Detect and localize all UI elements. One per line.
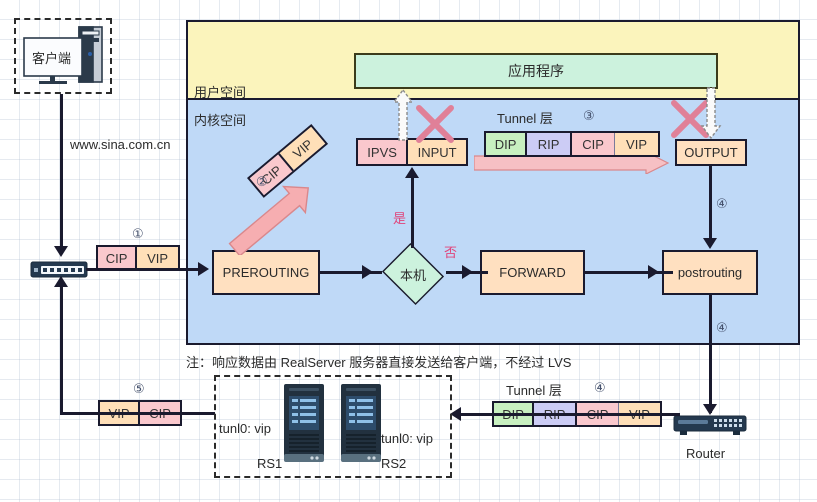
rs2-name-label: RS2 (381, 456, 407, 471)
arrow-postrouting-to-router (703, 404, 717, 415)
step-four-bottom-marker: ④ (716, 320, 728, 335)
line-router-to-realservers (458, 413, 680, 416)
arrow-output-to-postrouting (703, 238, 717, 249)
blocked-arrow-down-icon (700, 87, 722, 140)
router-icon (673, 415, 747, 435)
tunnel-top-strip: DIP RIP CIP VIP (484, 131, 660, 157)
step-three-marker: ③ (583, 108, 595, 123)
prerouting-box: PREROUTING (212, 250, 320, 295)
rs1-iface-label: tunl0: vip (219, 421, 272, 436)
domain-label: www.sina.com.cn (70, 137, 171, 152)
decision-yes-label: 是 (393, 211, 407, 226)
tunnel-top-field-cip: CIP (572, 133, 616, 155)
forward-box: FORWARD (480, 250, 585, 295)
tunnel-bottom-title: Tunnel 层 (506, 383, 562, 398)
tunnel-top-field-rip: RIP (527, 133, 573, 155)
note-text: 注：响应数据由 RealServer 服务器直接发送给客户端，不经过 LVS (186, 355, 572, 370)
line-client-to-switch (60, 94, 63, 254)
step-one-marker: ① (132, 226, 144, 241)
rs2-server-icon (341, 384, 381, 462)
line-postrouting-to-router (709, 295, 712, 413)
decision-no-label: 否 (444, 245, 458, 260)
packet-in-field-cip: CIP (98, 247, 138, 269)
tunnel-top-title: Tunnel 层 (497, 111, 553, 126)
step-two-marker: ② (256, 174, 268, 189)
arrow-forward-to-postrouting (648, 265, 659, 279)
arrow-decision-to-input (405, 167, 419, 178)
ipvs-cell: IPVS (358, 140, 409, 164)
line-decision-to-input (411, 178, 414, 248)
rs1-name-label: RS1 (257, 456, 283, 471)
arrow-switch-to-prerouting (198, 262, 209, 276)
step-four-router-marker: ④ (594, 380, 606, 395)
postrouting-box: postrouting (662, 250, 758, 295)
output-box: OUTPUT (675, 139, 747, 166)
arrow-realservers-to-client (54, 276, 68, 287)
arrow-client-to-switch (54, 246, 68, 257)
kernelspace-label: 内核空间 (194, 113, 247, 128)
diagram-canvas: 用户空间 内核空间 应用程序 客户端 Router IPVS INPUT PRE… (0, 0, 817, 502)
local-host-decision-node: 本机 (380, 242, 446, 306)
step-five-marker: ⑤ (133, 381, 145, 396)
application-program-box: 应用程序 (354, 53, 718, 89)
line-switch-to-prerouting (86, 268, 206, 271)
rs1-server-icon (284, 384, 324, 462)
x-mark-input-icon (416, 105, 454, 143)
tunnel-top-field-dip: DIP (486, 133, 528, 155)
router-label: Router (686, 446, 726, 461)
line-forward-to-postrouting (585, 271, 673, 274)
blocked-arrow-up-icon (392, 88, 414, 141)
line-realservers-to-client-v (60, 285, 63, 414)
userspace-label: 用户空间 (194, 85, 247, 100)
decision-label: 本机 (399, 267, 426, 283)
arrow-prerouting-to-decision (362, 265, 373, 279)
line-realservers-to-client-h (60, 412, 215, 415)
arrow-decision-to-forward (462, 265, 473, 279)
step-four-top-marker: ④ (716, 196, 728, 211)
client-label: 客户端 (32, 51, 72, 66)
packet-in-field-vip: VIP (137, 247, 178, 269)
tunnel-top-field-vip: VIP (615, 133, 658, 155)
line-output-to-postrouting (709, 166, 712, 244)
rs2-iface-label: tunl0: vip (381, 431, 434, 446)
